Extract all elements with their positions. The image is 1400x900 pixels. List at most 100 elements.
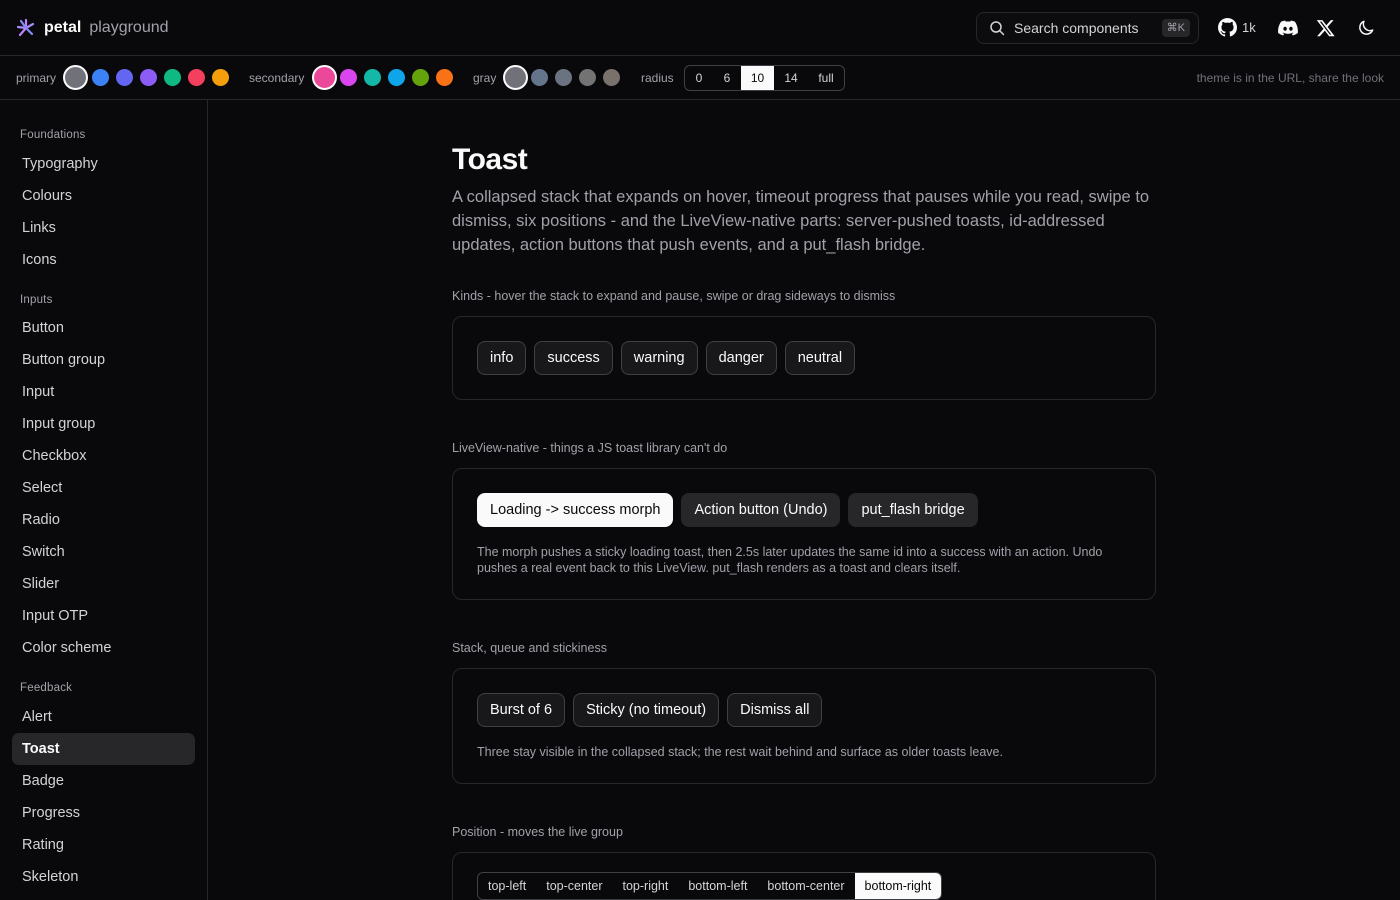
sidebar-item-radio[interactable]: Radio bbox=[12, 504, 195, 536]
sidebar-item-input-otp[interactable]: Input OTP bbox=[12, 600, 195, 632]
toast-neutral-button[interactable]: neutral bbox=[784, 341, 856, 375]
sidebar-item-checkbox[interactable]: Checkbox bbox=[12, 440, 195, 472]
search-placeholder: Search components bbox=[1014, 20, 1139, 36]
primary-swatch-0[interactable] bbox=[63, 65, 88, 90]
brand[interactable]: petal playground bbox=[16, 17, 169, 39]
sidebar-item-slider[interactable]: Slider bbox=[12, 568, 195, 600]
sidebar-item-links[interactable]: Links bbox=[12, 212, 195, 244]
radius-selector: 0 6 10 14 full bbox=[684, 65, 845, 91]
sidebar-item-alert[interactable]: Alert bbox=[12, 701, 195, 733]
liveview-card: Loading -> success morph Action button (… bbox=[452, 468, 1156, 600]
gray-swatch-0[interactable] bbox=[503, 65, 528, 90]
search-input[interactable]: Search components ⌘K bbox=[976, 12, 1199, 44]
liveview-section-label: LiveView-native - things a JS toast libr… bbox=[452, 441, 728, 455]
secondary-swatch-4[interactable] bbox=[412, 69, 429, 86]
loading-success-morph-button[interactable]: Loading -> success morph bbox=[477, 493, 674, 527]
stack-section-label: Stack, queue and stickiness bbox=[452, 641, 607, 655]
sidebar-item-skeleton[interactable]: Skeleton bbox=[12, 861, 195, 893]
position-top-right[interactable]: top-right bbox=[613, 873, 679, 899]
stack-note: Three stay visible in the collapsed stac… bbox=[477, 745, 1003, 759]
primary-swatch-5[interactable] bbox=[188, 69, 205, 86]
kinds-section-label: Kinds - hover the stack to expand and pa… bbox=[452, 289, 896, 303]
search-icon bbox=[990, 21, 1005, 36]
secondary-swatch-2[interactable] bbox=[364, 69, 381, 86]
sticky-toast-button[interactable]: Sticky (no timeout) bbox=[573, 693, 720, 727]
brand-subtitle: playground bbox=[89, 19, 169, 36]
primary-swatch-1[interactable] bbox=[92, 69, 109, 86]
toast-success-button[interactable]: success bbox=[534, 341, 613, 375]
sidebar-item-input-group[interactable]: Input group bbox=[12, 408, 195, 440]
radius-option-14[interactable]: 14 bbox=[774, 66, 808, 90]
radius-label: radius bbox=[641, 71, 674, 85]
gray-swatch-2[interactable] bbox=[555, 69, 572, 86]
primary-swatch-6[interactable] bbox=[212, 69, 229, 86]
sidebar-item-icons[interactable]: Icons bbox=[12, 244, 195, 276]
dismiss-all-button[interactable]: Dismiss all bbox=[727, 693, 823, 727]
sidebar-item-progress[interactable]: Progress bbox=[12, 797, 195, 829]
sidebar-section-inputs: Inputs bbox=[20, 294, 53, 306]
position-top-center[interactable]: top-center bbox=[536, 873, 612, 899]
sparkle-logo-icon bbox=[16, 18, 35, 37]
github-link[interactable]: 1k bbox=[1218, 18, 1256, 37]
sidebar-item-colours[interactable]: Colours bbox=[12, 180, 195, 212]
sidebar-section-foundations: Foundations bbox=[20, 129, 86, 141]
kinds-card: info success warning danger neutral bbox=[452, 316, 1156, 400]
radius-option-10[interactable]: 10 bbox=[741, 66, 774, 90]
discord-icon[interactable] bbox=[1278, 18, 1298, 38]
theme-bar: primary secondary gray radius 0 6 10 14 … bbox=[0, 56, 1400, 100]
sidebar-item-color-scheme[interactable]: Color scheme bbox=[12, 632, 195, 664]
primary-swatch-3[interactable] bbox=[140, 69, 157, 86]
page-title: Toast bbox=[452, 143, 528, 176]
gray-swatch-4[interactable] bbox=[603, 69, 620, 86]
github-icon bbox=[1218, 18, 1237, 37]
brand-name: petal bbox=[44, 19, 82, 36]
secondary-swatch-3[interactable] bbox=[388, 69, 405, 86]
secondary-label: secondary bbox=[249, 71, 305, 85]
toast-info-button[interactable]: info bbox=[477, 341, 527, 375]
sidebar-item-rating[interactable]: Rating bbox=[12, 829, 195, 861]
sidebar-item-switch[interactable]: Switch bbox=[12, 536, 195, 568]
sidebar-item-button[interactable]: Button bbox=[12, 312, 195, 344]
secondary-swatch-5[interactable] bbox=[436, 69, 453, 86]
secondary-swatch-0[interactable] bbox=[312, 65, 337, 90]
burst-of-6-button[interactable]: Burst of 6 bbox=[477, 693, 566, 727]
position-section-label: Position - moves the live group bbox=[452, 825, 623, 839]
moon-icon[interactable] bbox=[1356, 18, 1376, 38]
position-top-left[interactable]: top-left bbox=[478, 873, 536, 899]
github-star-count: 1k bbox=[1242, 20, 1256, 35]
gray-label: gray bbox=[473, 71, 497, 85]
position-bottom-right[interactable]: bottom-right bbox=[854, 873, 942, 899]
radius-option-0[interactable]: 0 bbox=[685, 66, 713, 90]
stack-button-row: Burst of 6 Sticky (no timeout) Dismiss a… bbox=[477, 693, 830, 727]
sidebar-item-input[interactable]: Input bbox=[12, 376, 195, 408]
position-bottom-center[interactable]: bottom-center bbox=[757, 873, 854, 899]
sidebar-item-badge[interactable]: Badge bbox=[12, 765, 195, 797]
toast-warning-button[interactable]: warning bbox=[620, 341, 698, 375]
page-description: A collapsed stack that expands on hover,… bbox=[452, 188, 1150, 254]
sidebar-item-select[interactable]: Select bbox=[12, 472, 195, 504]
gray-swatch-3[interactable] bbox=[579, 69, 596, 86]
radius-option-full[interactable]: full bbox=[808, 66, 844, 90]
toast-danger-button[interactable]: danger bbox=[705, 341, 777, 375]
stack-card: Burst of 6 Sticky (no timeout) Dismiss a… bbox=[452, 668, 1156, 784]
liveview-button-row: Loading -> success morph Action button (… bbox=[477, 493, 986, 527]
sidebar-item-button-group[interactable]: Button group bbox=[12, 344, 195, 376]
gray-swatch-1[interactable] bbox=[531, 69, 548, 86]
put-flash-bridge-button[interactable]: put_flash bridge bbox=[848, 493, 978, 527]
secondary-swatch-1[interactable] bbox=[340, 69, 357, 86]
position-bottom-left[interactable]: bottom-left bbox=[678, 873, 757, 899]
liveview-note: The morph pushes a sticky loading toast,… bbox=[477, 545, 1103, 575]
sidebar-item-toast[interactable]: Toast bbox=[12, 733, 195, 765]
sidebar-section-feedback: Feedback bbox=[20, 682, 73, 694]
position-card: top-left top-center top-right bottom-lef… bbox=[452, 852, 1156, 900]
x-icon[interactable] bbox=[1316, 18, 1336, 38]
sidebar: Foundations Typography Colours Links Ico… bbox=[0, 100, 208, 900]
position-selector: top-left top-center top-right bottom-lef… bbox=[477, 872, 943, 900]
sidebar-item-typography[interactable]: Typography bbox=[12, 148, 195, 180]
share-note: theme is in the URL, share the look bbox=[1196, 71, 1384, 85]
primary-swatch-2[interactable] bbox=[116, 69, 133, 86]
primary-swatch-4[interactable] bbox=[164, 69, 181, 86]
primary-label: primary bbox=[16, 71, 57, 85]
radius-option-6[interactable]: 6 bbox=[713, 66, 741, 90]
action-undo-button[interactable]: Action button (Undo) bbox=[681, 493, 841, 527]
